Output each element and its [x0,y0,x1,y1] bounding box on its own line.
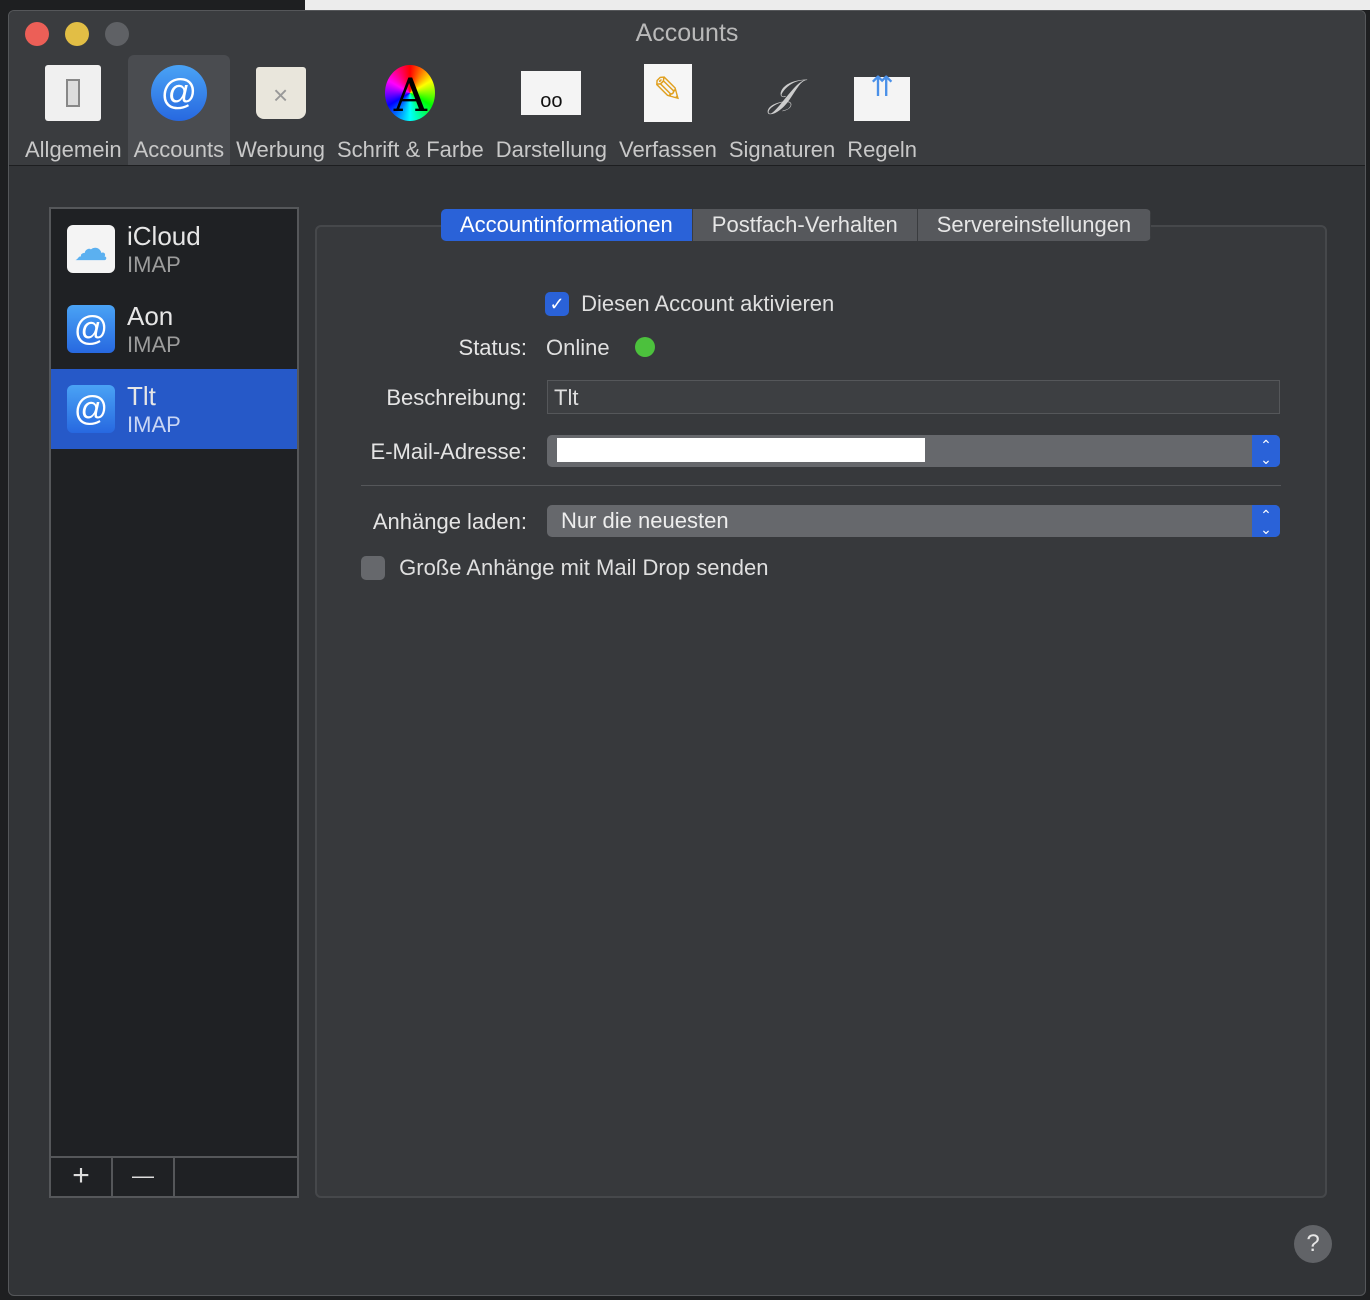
attachments-label: Anhänge laden: [372,509,527,534]
account-panel [315,225,1327,1198]
status-indicator-icon [635,337,655,357]
description-label: Beschreibung: [386,385,527,410]
toolbar: Accounts Allgemein @ Accounts × Werbung AS… [9,11,1365,166]
tab-accountinformationen[interactable]: Accountinformationen [441,209,693,241]
attachments-popup[interactable]: Nur die neuesten ⌃ ⌄ [547,505,1280,537]
window-title: Accounts [635,19,739,47]
email-redacted [557,438,925,462]
tab-schrift-farbe[interactable]: A Schrift & Farbe [331,55,490,165]
updown-chevron-icon: ⌃ ⌄ [1252,505,1280,537]
at-icon: @ [67,305,115,353]
signature-icon: 𝒥 [768,70,796,115]
at-icon: @ [67,385,115,433]
icloud-icon: ☁ [67,225,115,273]
junk-bin-icon: × [251,63,311,123]
divider [361,485,1281,486]
description-input[interactable]: Tlt [547,380,1280,414]
segmented-tabs: Accountinformationen Postfach-Verhalten … [441,209,1152,241]
maildrop-checkbox[interactable]: Große Anhänge mit Mail Drop senden [361,554,768,581]
updown-chevron-icon: ⌃ ⌄ [1252,435,1280,467]
accounts-list: ☁ iCloud IMAP @ Aon IMAP @ Tlt IMAP + — [49,207,299,1198]
account-item-icloud[interactable]: ☁ iCloud IMAP [51,209,297,289]
tab-signaturen[interactable]: 𝒥 Signaturen [723,55,841,165]
email-popup[interactable]: ⌃ ⌄ [547,435,1280,467]
font-color-icon: A [380,63,440,123]
help-button[interactable]: ? [1294,1225,1332,1263]
rules-envelope-icon: ⇈ [852,63,912,123]
remove-account-button[interactable]: — [113,1158,175,1196]
checkmark-icon: ✓ [545,292,569,317]
pencil-paper-icon: ✎ [638,63,698,123]
background-window [305,0,1370,10]
account-item-tlt[interactable]: @ Tlt IMAP [51,369,297,449]
account-item-aon[interactable]: @ Aon IMAP [51,289,297,369]
tab-postfach-verhalten[interactable]: Postfach-Verhalten [692,209,918,241]
tab-allgemein[interactable]: Allgemein [19,55,128,165]
enable-account-checkbox[interactable]: ✓ Diesen Account aktivieren [545,290,834,317]
preferences-window: Accounts Allgemein @ Accounts × Werbung AS… [8,10,1366,1296]
status-value: Online [546,335,610,360]
switch-icon [43,63,103,123]
tab-servereinstellungen[interactable]: Servereinstellungen [917,209,1152,241]
tab-verfassen[interactable]: ✎ Verfassen [613,55,723,165]
tab-accounts[interactable]: @ Accounts [127,55,231,165]
tab-darstellung[interactable]: oo Darstellung [490,55,613,165]
tab-regeln[interactable]: ⇈ Regeln [841,55,923,165]
tab-werbung[interactable]: × Werbung [230,55,331,165]
email-label: E-Mail-Adresse: [370,439,527,464]
glasses-letter-icon: oo [521,63,582,123]
at-icon: @ [149,63,209,123]
checkbox-box [361,556,385,581]
add-account-button[interactable]: + [51,1158,113,1196]
status-label: Status: [458,335,527,360]
